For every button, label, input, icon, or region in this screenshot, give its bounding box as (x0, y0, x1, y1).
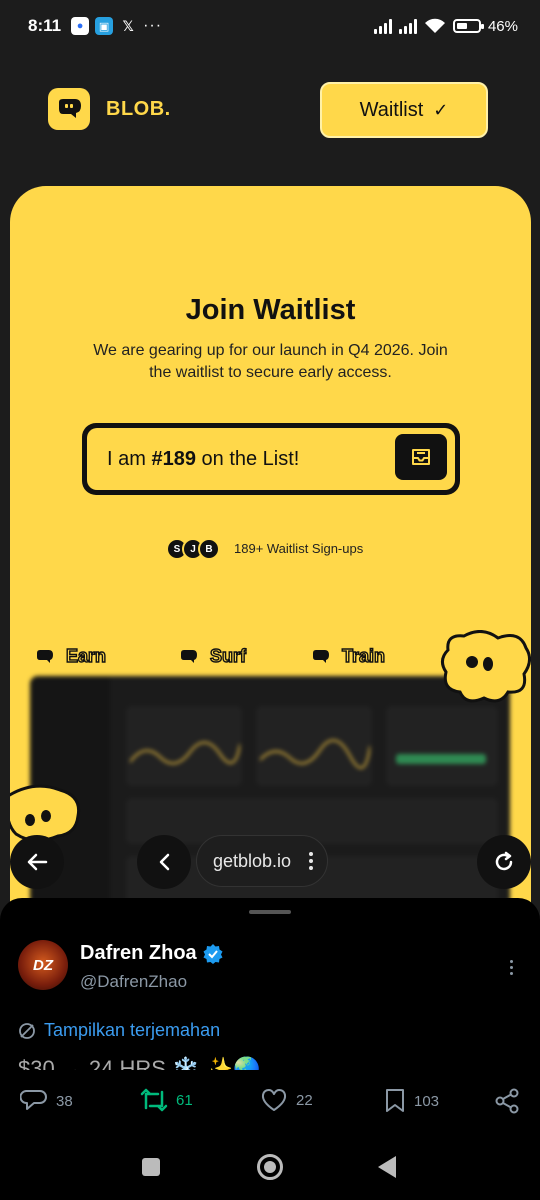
post-actions: 38 61 22 103 (0, 1088, 540, 1124)
wifi-icon (424, 18, 445, 33)
verified-badge-icon (203, 943, 223, 964)
like-button[interactable]: 22 (260, 1088, 313, 1112)
blob-icon (37, 649, 53, 663)
marquee-word: Train (341, 645, 386, 666)
x-icon: 𝕏 (122, 17, 134, 34)
battery-percent: 46% (487, 17, 518, 35)
app-icon: ▣ (95, 17, 114, 35)
chevron-left-icon (159, 853, 170, 871)
back-triangle-icon[interactable] (378, 1156, 396, 1178)
reply-count: 38 (56, 1092, 73, 1110)
repost-count: 61 (176, 1091, 193, 1109)
like-count: 22 (296, 1091, 313, 1109)
translate-link[interactable]: Tampilkan terjemahan (18, 1020, 220, 1041)
more-vertical-icon[interactable] (309, 852, 313, 870)
blob-logo-icon[interactable] (48, 88, 90, 130)
reply-button[interactable]: 38 (20, 1088, 73, 1114)
signal-2-icon (398, 18, 417, 34)
brand-name[interactable]: BLOB. (106, 98, 171, 121)
url-bar[interactable]: getblob.io (196, 835, 328, 887)
marquee-word: Surf (209, 645, 246, 666)
marquee-word: Earn (65, 645, 107, 666)
status-bar: 8:11 ● ▣ 𝕏 ··· 46% (0, 0, 540, 52)
repost-icon (140, 1088, 168, 1112)
notification-icons: ● ▣ 𝕏 ··· (71, 17, 162, 35)
heart-icon (261, 1089, 287, 1111)
reload-button[interactable] (477, 835, 531, 889)
waitlist-position-text: I am #189 on the List! (107, 447, 300, 470)
repost-button[interactable]: 61 (140, 1088, 193, 1112)
more-options-icon[interactable] (510, 960, 513, 975)
waitlist-card: Join Waitlist We are gearing up for our … (10, 186, 531, 946)
waitlist-button[interactable]: Waitlist ✓ (320, 82, 488, 138)
signal-icon (373, 18, 392, 34)
bookmark-icon (386, 1089, 404, 1112)
status-time: 8:11 (28, 16, 62, 35)
author-name[interactable]: Dafren Zhoa (80, 942, 223, 965)
waitlist-position-box: I am #189 on the List! (82, 423, 460, 495)
home-button-icon[interactable] (257, 1154, 283, 1180)
system-nav-bar (0, 1138, 540, 1200)
share-button[interactable] (494, 1088, 520, 1114)
waitlist-button-label: Waitlist (359, 98, 424, 121)
page-subtitle: We are gearing up for our launch in Q4 2… (93, 342, 448, 381)
collapse-toolbar-button[interactable] (137, 835, 191, 889)
check-icon: ✓ (433, 99, 449, 120)
more-notifications-icon: ··· (143, 17, 163, 34)
author-handle[interactable]: @DafrenZhao (80, 972, 187, 992)
battery-icon (452, 19, 484, 33)
arrow-left-icon (27, 853, 48, 871)
reply-icon (20, 1090, 47, 1110)
bookmark-button[interactable]: 103 (384, 1088, 439, 1114)
avatar: B (198, 538, 220, 560)
blob-icon (313, 649, 329, 663)
translate-icon (19, 1022, 35, 1039)
sheet-drag-handle[interactable] (249, 910, 291, 914)
signup-avatars: S J B (166, 538, 220, 560)
messenger-icon: ● (71, 17, 90, 35)
inbox-icon (412, 449, 430, 465)
back-button[interactable] (10, 835, 64, 889)
reload-icon (495, 851, 513, 871)
inbox-button[interactable] (395, 434, 447, 480)
share-icon (495, 1088, 519, 1114)
url-text: getblob.io (213, 850, 292, 871)
bookmark-count: 103 (414, 1092, 440, 1110)
blob-icon (181, 649, 197, 663)
avatar[interactable]: DZ (18, 940, 68, 990)
page-title: Join Waitlist (185, 294, 356, 326)
blob-mascot-icon (441, 630, 531, 703)
recents-button-icon[interactable] (142, 1158, 160, 1176)
post-text: $30 → 24 HRS ❄️ ✨🌏 (18, 1056, 261, 1070)
waitlist-number: #189 (151, 447, 196, 470)
signup-count: 189+ Waitlist Sign-ups (234, 541, 364, 556)
